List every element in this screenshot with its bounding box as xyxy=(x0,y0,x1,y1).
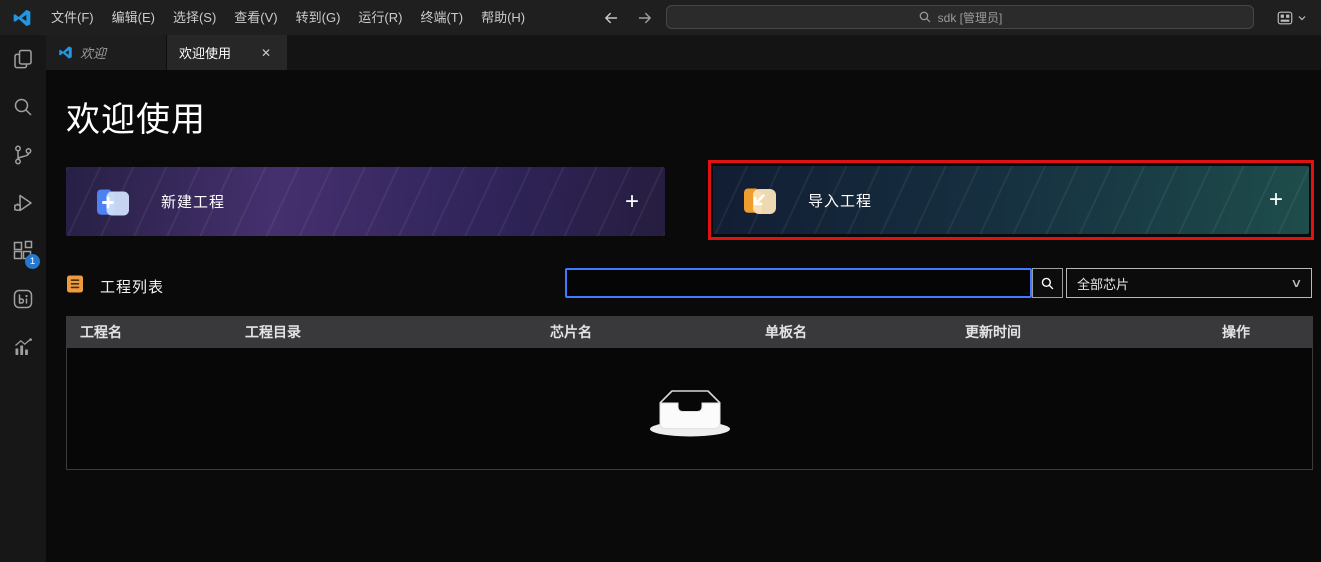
project-list-icon xyxy=(66,274,84,294)
menu-help[interactable]: 帮助(H) xyxy=(472,0,534,35)
col-chip-name: 芯片名 xyxy=(550,316,592,348)
plus-icon[interactable]: + xyxy=(1269,188,1283,212)
search-icon xyxy=(11,95,35,119)
command-center-text: sdk [管理员] xyxy=(938,9,1003,26)
import-folder-icon xyxy=(740,182,780,218)
chevron-down-icon: ∨ xyxy=(1290,276,1302,290)
vscode-logo-icon xyxy=(12,8,32,28)
hi-ide-icon xyxy=(11,287,35,311)
activity-extensions-button[interactable]: 1 xyxy=(0,227,46,275)
chevron-down-icon xyxy=(1297,13,1307,23)
layout-grid-icon xyxy=(1276,9,1294,27)
project-table-body xyxy=(66,348,1313,470)
customize-layout-button[interactable] xyxy=(1276,0,1307,35)
card-label: 新建工程 xyxy=(161,191,225,212)
search-icon xyxy=(918,10,932,24)
project-list-label: 工程列表 xyxy=(100,273,164,303)
close-icon[interactable]: ✕ xyxy=(257,44,275,62)
welcome-page: 欢迎使用 新建工程 + 导入工程 + 工程列表 全部芯片 ∨ 工程名 工程 xyxy=(46,70,1321,562)
files-icon xyxy=(11,47,35,71)
menu-view[interactable]: 查看(V) xyxy=(225,0,286,35)
activity-bar: 1 xyxy=(0,35,46,562)
activity-run-debug-button[interactable] xyxy=(0,179,46,227)
menu-file[interactable]: 文件(F) xyxy=(42,0,103,35)
tab-label: 欢迎 xyxy=(80,43,106,62)
project-table-header: 工程名 工程目录 芯片名 单板名 更新时间 操作 xyxy=(66,316,1313,348)
back-arrow-icon[interactable] xyxy=(602,9,620,27)
new-project-card[interactable]: 新建工程 + xyxy=(66,167,665,236)
activity-source-control-button[interactable] xyxy=(0,131,46,179)
col-board-name: 单板名 xyxy=(765,316,807,348)
activity-hi-ide-button[interactable] xyxy=(0,275,46,323)
title-bar: 文件(F) 编辑(E) 选择(S) 查看(V) 转到(G) 运行(R) 终端(T… xyxy=(0,0,1321,35)
vscode-logo-icon xyxy=(58,45,73,60)
new-folder-icon xyxy=(93,184,133,220)
empty-box-icon xyxy=(644,373,736,444)
menu-terminal[interactable]: 终端(T) xyxy=(411,0,472,35)
col-update-time: 更新时间 xyxy=(965,316,1021,348)
plus-icon[interactable]: + xyxy=(625,190,639,214)
activity-search-button[interactable] xyxy=(0,83,46,131)
menu-run[interactable]: 运行(R) xyxy=(349,0,411,35)
git-branch-icon xyxy=(11,143,35,167)
import-project-card[interactable]: 导入工程 + xyxy=(713,166,1309,234)
extensions-badge: 1 xyxy=(25,254,40,269)
menu-selection[interactable]: 选择(S) xyxy=(164,0,225,35)
card-label: 导入工程 xyxy=(808,190,872,211)
annotation-highlight: 导入工程 + xyxy=(708,160,1314,240)
command-center-search[interactable]: sdk [管理员] xyxy=(666,5,1254,29)
tab-welcome[interactable]: 欢迎 xyxy=(46,35,167,70)
col-project-name: 工程名 xyxy=(80,316,122,348)
run-debug-icon xyxy=(11,191,35,215)
history-navigation xyxy=(602,0,654,35)
col-project-dir: 工程目录 xyxy=(245,316,301,348)
activity-analysis-button[interactable] xyxy=(0,323,46,371)
tab-welcome-use[interactable]: 欢迎使用 ✕ xyxy=(167,35,287,70)
chip-filter-select[interactable]: 全部芯片 ∨ xyxy=(1066,268,1312,298)
search-icon xyxy=(1040,276,1055,291)
menu-goto[interactable]: 转到(G) xyxy=(287,0,350,35)
bar-chart-icon xyxy=(11,335,35,359)
forward-arrow-icon[interactable] xyxy=(636,9,654,27)
menu-edit[interactable]: 编辑(E) xyxy=(103,0,164,35)
editor-tab-bar: 欢迎 欢迎使用 ✕ xyxy=(46,35,1321,70)
chip-filter-value: 全部芯片 xyxy=(1077,274,1129,293)
col-actions: 操作 xyxy=(1222,316,1250,348)
menu-bar: 文件(F) 编辑(E) 选择(S) 查看(V) 转到(G) 运行(R) 终端(T… xyxy=(42,0,534,35)
tab-label: 欢迎使用 xyxy=(179,43,231,62)
search-button[interactable] xyxy=(1032,268,1063,298)
project-search-input[interactable] xyxy=(565,268,1032,298)
page-title: 欢迎使用 xyxy=(66,92,206,141)
activity-explorer-button[interactable] xyxy=(0,35,46,83)
